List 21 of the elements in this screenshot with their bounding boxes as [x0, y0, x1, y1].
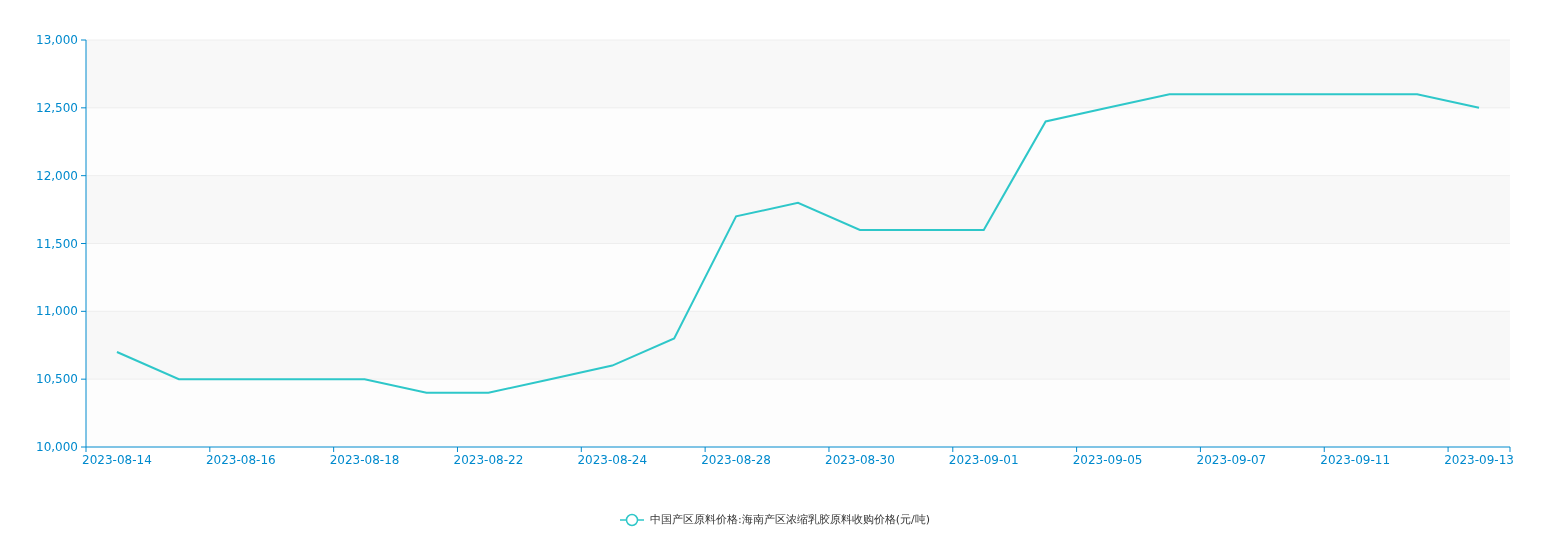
y-tick-label: 10,000	[36, 440, 78, 454]
x-tick-label: 2023-08-28	[701, 453, 771, 467]
x-tick-label: 2023-09-05	[1072, 453, 1143, 467]
y-tick-label: 13,000	[36, 33, 78, 47]
x-tick-label: 2023-09-11	[1320, 453, 1391, 467]
x-tick-label: 2023-08-30	[825, 453, 895, 467]
x-tick-label: 2023-08-24	[577, 453, 648, 467]
x-tick-label: 2023-08-22	[453, 453, 524, 467]
x-tick-label: 2023-09-13	[1444, 453, 1514, 467]
legend-label: 中国产区原料价格:海南产区浓缩乳胶原料收购价格(元/吨)	[650, 512, 930, 527]
y-tick-label: 11,000	[36, 304, 78, 319]
x-tick-label: 2023-08-18	[329, 453, 400, 467]
y-tick-label: 12,000	[36, 168, 78, 183]
x-tick-label: 2023-08-16	[205, 453, 276, 467]
x-tick-label: 2023-09-01	[948, 453, 1019, 467]
y-tick-label: 10,500	[36, 372, 78, 387]
y-tick-label: 12,500	[36, 100, 78, 115]
x-tick-label: 2023-08-14	[82, 453, 152, 467]
legend-marker-icon	[620, 512, 644, 527]
x-tick-label: 2023-09-07	[1196, 453, 1267, 467]
y-tick-label: 11,500	[36, 236, 78, 251]
